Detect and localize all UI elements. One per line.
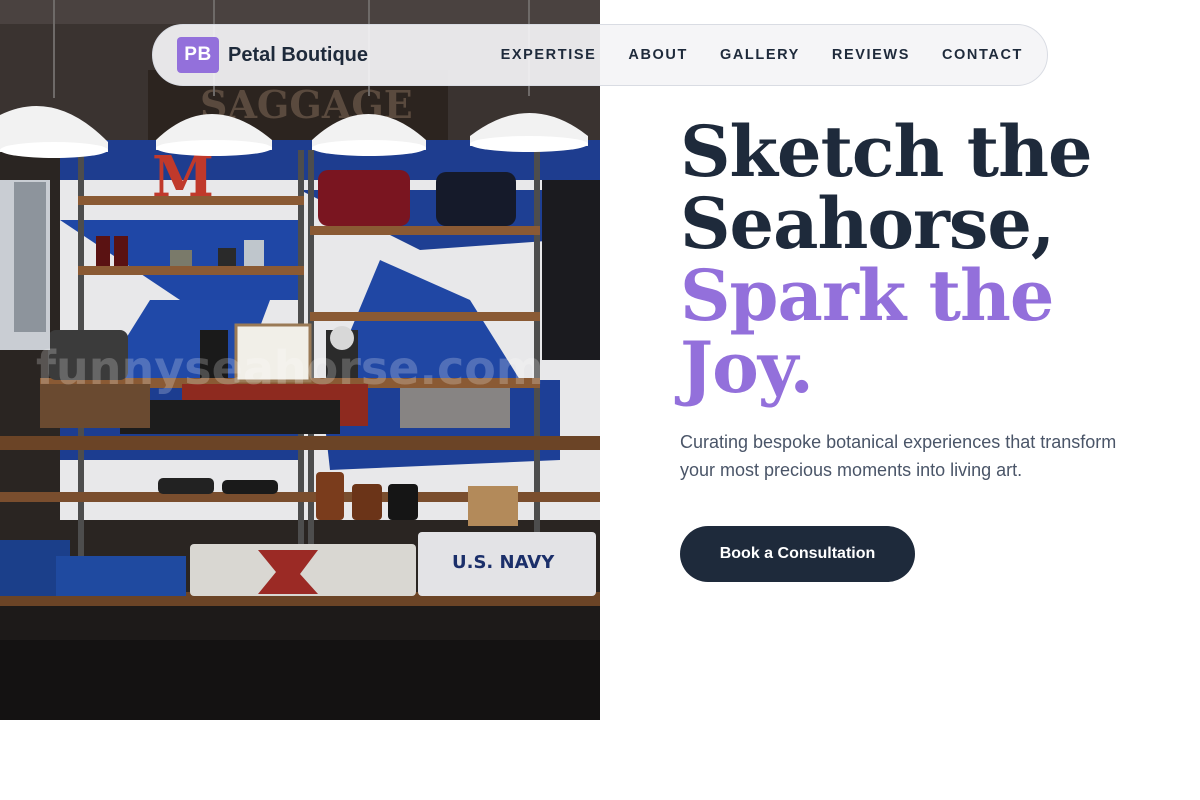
brand-name: Petal Boutique: [228, 43, 369, 66]
hero-section: Sketch the Seahorse, Spark the Joy. Cura…: [680, 116, 1150, 582]
nav-link-contact[interactable]: CONTACT: [942, 47, 1023, 63]
headline-accent-line-1: Spark the: [680, 254, 1054, 337]
brand-logo[interactable]: PB Petal Boutique: [177, 37, 368, 73]
headline-line-1: Sketch the: [680, 110, 1093, 193]
hero-subtitle: Curating bespoke botanical experiences t…: [680, 432, 1117, 480]
svg-text:U.S. NAVY: U.S. NAVY: [452, 552, 555, 573]
nav-link-expertise[interactable]: EXPERTISE: [501, 47, 597, 63]
hero-image: SAGGAGE M U.S. NAVY funnyseahorse.com: [0, 0, 600, 720]
watermark-text: funnyseahorse.com: [36, 341, 544, 395]
nav-menu: EXPERTISE ABOUT GALLERY REVIEWS CONTACT: [469, 47, 1023, 63]
nav-link-gallery[interactable]: GALLERY: [720, 47, 800, 63]
top-navigation: PB Petal Boutique EXPERTISE ABOUT GALLER…: [152, 24, 1048, 86]
hero-headline: Sketch the Seahorse, Spark the Joy.: [680, 116, 1150, 404]
headline-line-2: Seahorse,: [680, 182, 1055, 265]
nav-link-about[interactable]: ABOUT: [628, 47, 688, 63]
nav-link-reviews[interactable]: REVIEWS: [832, 47, 910, 63]
logo-mark: PB: [177, 37, 219, 73]
book-consultation-button[interactable]: Book a Consultation: [680, 526, 915, 582]
headline-accent-line-2: Joy.: [680, 326, 814, 409]
